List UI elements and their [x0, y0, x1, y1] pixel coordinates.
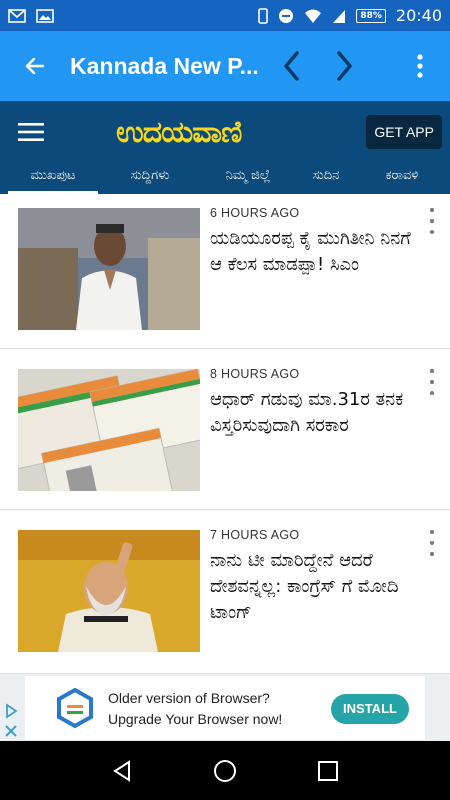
browser-logo-icon [57, 688, 93, 728]
ad-banner[interactable]: Older version of Browser? Upgrade Your B… [0, 674, 450, 741]
article-more-button[interactable] [424, 530, 440, 556]
ad-subline: Upgrade Your Browser now! [108, 711, 283, 727]
article-card[interactable]: 6 HOURS AGO ಯಡಿಯೂರಪ್ಪ ಕೈ ಮುಗಿತೀನಿ ನಿನಗೆ … [0, 194, 450, 349]
nav-back-button[interactable] [102, 751, 142, 791]
nav-back-icon [112, 759, 130, 782]
site-logo[interactable]: ಉದಯವಾಣಿ [116, 115, 242, 150]
nav-home-button[interactable] [205, 751, 245, 791]
chevron-right-icon [337, 51, 352, 81]
article-title[interactable]: ಯಡಿಯೂರಪ್ಪ ಕೈ ಮುಗಿತೀನಿ ನಿನಗೆ ಆ ಕೆಲಸ ಮಾಡಪ್… [210, 226, 415, 278]
tab-karavali[interactable]: ಕರಾವಳಿ [362, 163, 442, 194]
article-time: 7 HOURS AGO [210, 528, 300, 542]
photo-icon [36, 8, 54, 23]
wifi-icon [305, 9, 322, 23]
article-time: 8 HOURS AGO [210, 367, 300, 381]
close-icon[interactable] [2, 722, 20, 740]
battery-indicator: 88% [356, 8, 386, 23]
clock: 20:40 [395, 6, 442, 25]
site-header: ಉದಯವಾಣಿ GET APP [0, 101, 450, 163]
tab-home[interactable]: ಮುಖಪುಟ [8, 163, 98, 194]
news-feed: 6 HOURS AGO ಯಡಿಯೂರಪ್ಪ ಕೈ ಮುಗಿತೀನಿ ನಿನಗೆ … [0, 194, 450, 674]
get-app-button[interactable]: GET APP [366, 115, 442, 149]
tab-sudina[interactable]: ಸುದಿನ [296, 163, 356, 194]
article-image [18, 369, 200, 491]
article-card[interactable]: 8 HOURS AGO ಆಧಾರ್ ಗಡುವು ಮಾ.31ರ ತನಕ ವಿಸ್ತ… [0, 355, 450, 510]
article-card[interactable]: 7 HOURS AGO ನಾನು ಟೀ ಮಾರಿದ್ದೇನೆ ಆದರೆ ದೇಶವ… [0, 516, 450, 674]
gmail-icon [8, 8, 26, 23]
chevron-left-icon [284, 51, 299, 81]
hamburger-icon [18, 123, 44, 141]
previous-button[interactable] [266, 31, 318, 101]
ad-headline: Older version of Browser? [108, 690, 270, 706]
ad-choices-icon[interactable] [2, 702, 20, 720]
signal-icon [333, 9, 346, 23]
back-button[interactable] [0, 31, 70, 101]
article-title[interactable]: ನಾನು ಟೀ ಮಾರಿದ್ದೇನೆ ಆದರೆ ದೇಶವನ್ನಲ್ಲ: ಕಾಂಗ… [210, 548, 415, 626]
article-title[interactable]: ಆಧಾರ್ ಗಡುವು ಮಾ.31ರ ತನಕ ವಿಸ್ತರಿಸುವುದಾಗಿ ಸ… [210, 387, 415, 439]
tab-your-district[interactable]: ನಿಮ್ಮ ಜಿಲ್ಲೆ [200, 163, 296, 194]
status-bar: 88% 20:40 [0, 0, 450, 31]
arrow-left-icon [25, 57, 45, 75]
ad-content[interactable]: Older version of Browser? Upgrade Your B… [25, 676, 425, 740]
nav-recents-button[interactable] [308, 751, 348, 791]
phone-icon [258, 7, 269, 24]
article-more-button[interactable] [424, 369, 440, 395]
do-not-disturb-icon [279, 8, 294, 23]
menu-button[interactable] [0, 101, 62, 163]
system-nav-bar [0, 741, 450, 800]
article-image [18, 530, 200, 652]
article-image [18, 208, 200, 330]
app-bar: Kannada New P... [0, 31, 450, 101]
more-vert-icon [417, 54, 423, 78]
install-button[interactable]: INSTALL [331, 694, 409, 724]
article-time: 6 HOURS AGO [210, 206, 300, 220]
tab-news[interactable]: ಸುದ್ದಿಗಳು [104, 163, 196, 194]
next-button[interactable] [318, 31, 370, 101]
article-more-button[interactable] [424, 208, 440, 234]
app-title: Kannada New P... [70, 52, 259, 79]
nav-home-icon [213, 759, 236, 782]
category-tabs: ಮುಖಪುಟ ಸುದ್ದಿಗಳು ನಿಮ್ಮ ಜಿಲ್ಲೆ ಸುದಿನ ಕರಾವ… [0, 163, 450, 194]
nav-recents-icon [318, 760, 339, 781]
overflow-menu-button[interactable] [390, 31, 450, 101]
